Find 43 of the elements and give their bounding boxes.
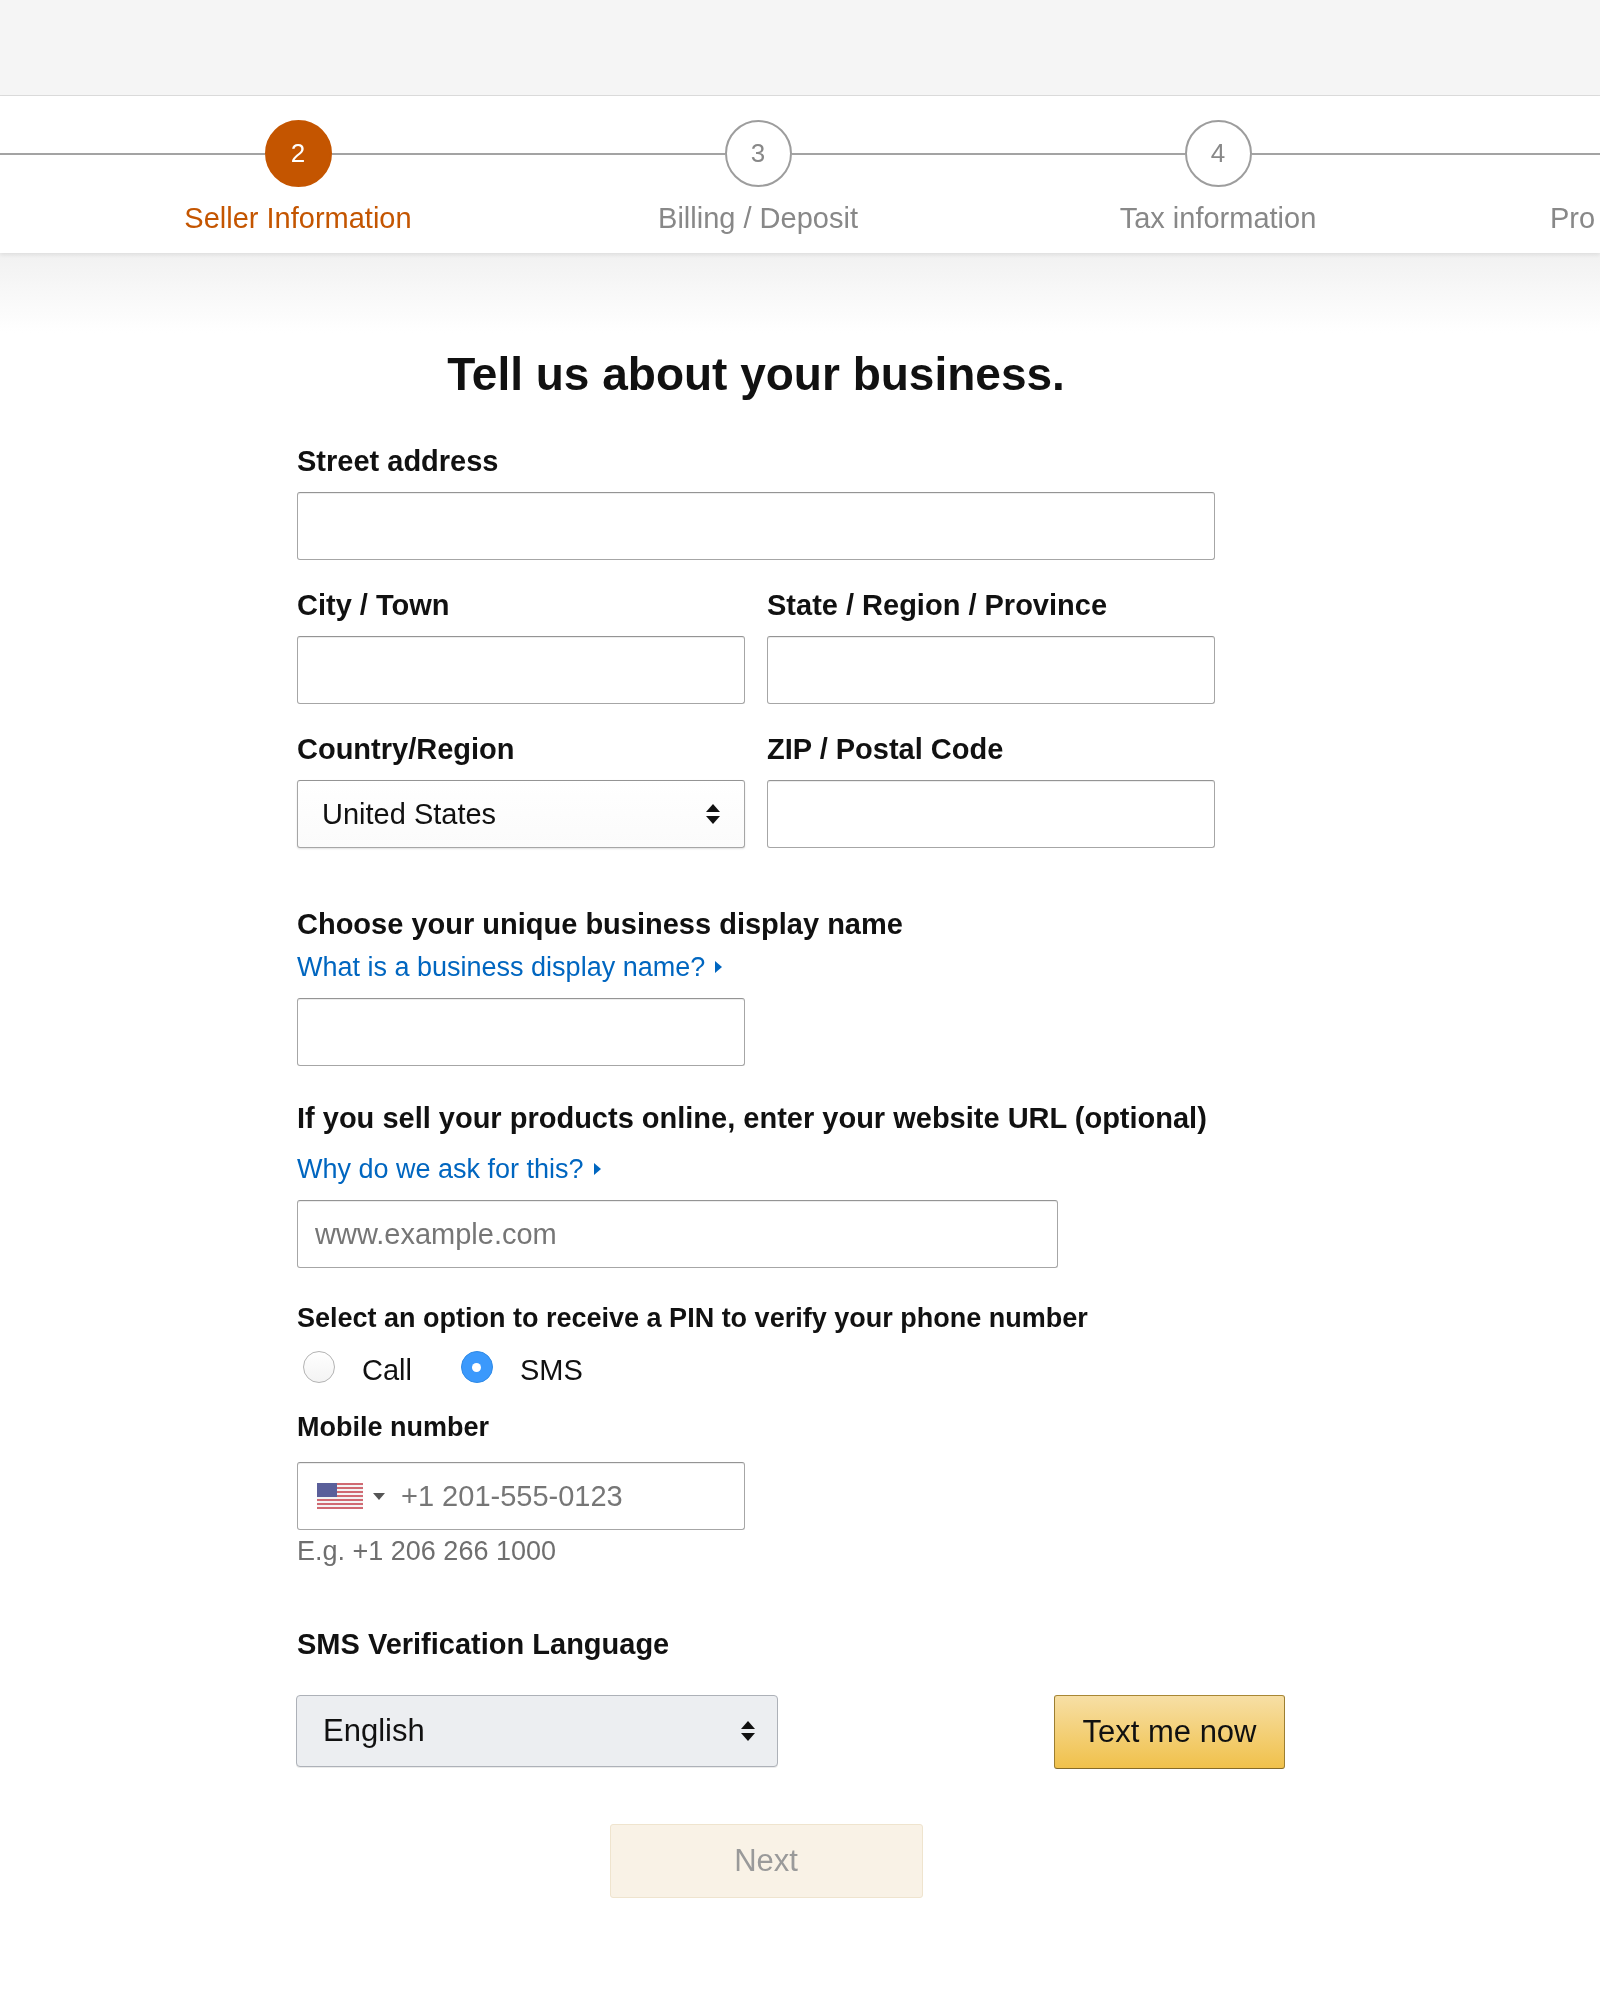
- radio-label[interactable]: SMS: [519, 1353, 583, 1387]
- caret-right-icon: [715, 961, 723, 973]
- help-link[interactable]: Why do we ask for this?: [297, 1153, 601, 1185]
- text-me-button[interactable]: Text me now: [1054, 1695, 1285, 1769]
- radio-label[interactable]: Call: [362, 1353, 412, 1387]
- updown-arrows-icon: [706, 803, 720, 825]
- phone-number-input[interactable]: +1 201-555-0123: [401, 1476, 732, 1516]
- radio-button[interactable]: [460, 1351, 493, 1383]
- field-label: ZIP / Postal Code: [767, 732, 1004, 766]
- updown-arrows-icon: [741, 1720, 755, 1742]
- input-field[interactable]: [297, 492, 1215, 560]
- field-label: Select an option to receive a PIN to verify your phone number: [297, 1302, 1088, 1334]
- input-field[interactable]: [297, 636, 745, 704]
- step-number: 3: [724, 120, 792, 187]
- country-code-dropdown[interactable]: [317, 1483, 385, 1509]
- field-label: State / Region / Province: [767, 588, 1108, 622]
- flag-icon: [317, 1483, 363, 1509]
- language-select[interactable]: English: [296, 1695, 778, 1767]
- input-field[interactable]: [297, 998, 745, 1066]
- dropdown-select[interactable]: United States: [297, 780, 745, 848]
- step-number: 4: [1184, 120, 1252, 187]
- input-field[interactable]: [767, 780, 1215, 848]
- page-heading: Tell us about your business.: [446, 347, 1066, 401]
- field-label: Street address: [297, 444, 499, 478]
- step-label: Pro: [1550, 201, 1596, 235]
- field-label: Mobile number: [297, 1411, 489, 1443]
- field-label: Choose your unique business display name: [297, 907, 903, 941]
- step-label: Seller Information: [184, 201, 412, 235]
- field-label: Country/Region: [297, 732, 515, 766]
- mobile-number-field[interactable]: +1 201-555-0123: [297, 1462, 745, 1530]
- step-label: Tax information: [1119, 201, 1317, 235]
- field-label: City / Town: [297, 588, 450, 622]
- field-label: SMS Verification Language: [297, 1627, 670, 1661]
- input-field[interactable]: [767, 636, 1215, 704]
- caret-right-icon: [593, 1163, 601, 1175]
- caret-down-icon: [373, 1492, 385, 1500]
- hint-text: E.g. +1 206 266 1000: [297, 1535, 556, 1567]
- step-number: 2: [264, 120, 332, 187]
- radio-button[interactable]: [303, 1351, 335, 1383]
- website-field[interactable]: www.example.com: [297, 1200, 1058, 1268]
- field-label: If you sell your products online, enter your website URL (optional): [297, 1101, 1207, 1135]
- step-label: Billing / Deposit: [658, 201, 858, 235]
- help-link[interactable]: What is a business display name?: [297, 951, 723, 983]
